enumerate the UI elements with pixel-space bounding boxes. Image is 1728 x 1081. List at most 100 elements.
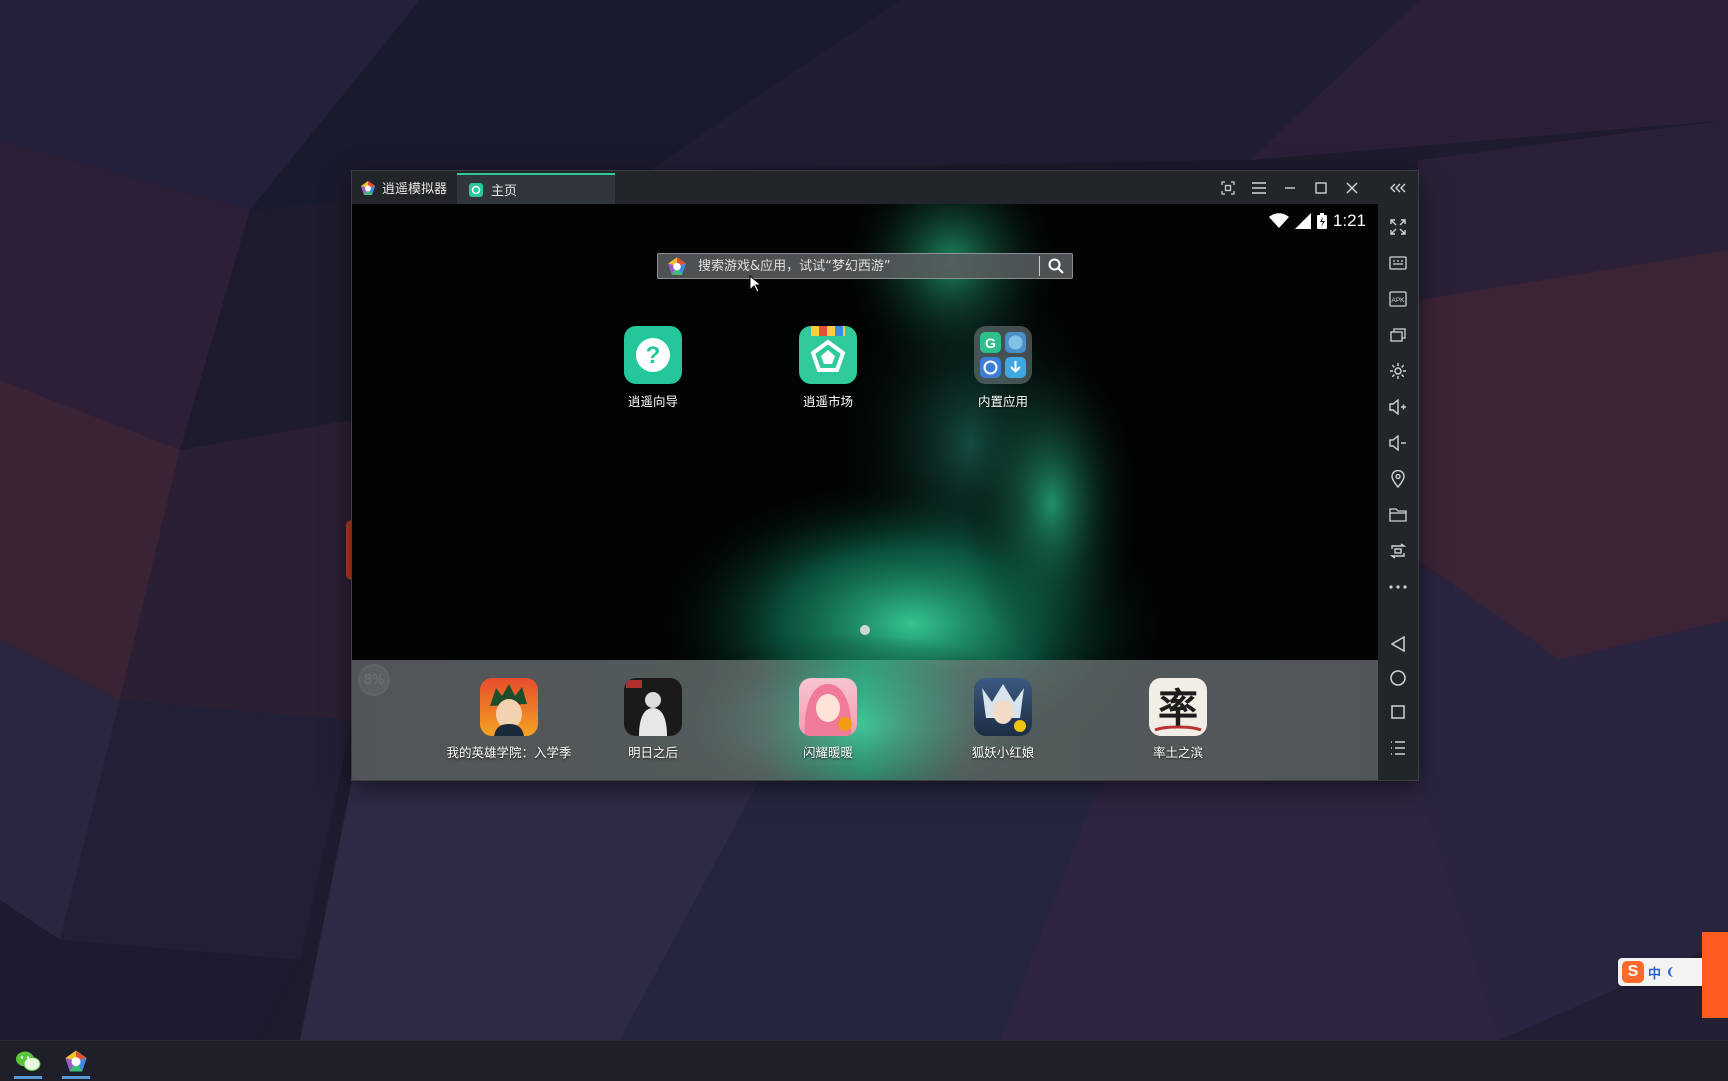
app-label: 逍遥向导 bbox=[627, 394, 678, 409]
app-name: 逍遥模拟器 bbox=[382, 182, 448, 197]
maximize-button[interactable] bbox=[1310, 177, 1331, 198]
moon-icon bbox=[1668, 967, 1674, 977]
keyboard-button[interactable] bbox=[1387, 252, 1409, 274]
maximize-icon bbox=[1314, 181, 1327, 194]
page-indicator bbox=[860, 625, 870, 635]
search-logo-icon bbox=[666, 255, 688, 277]
fullscreen-button[interactable] bbox=[1387, 216, 1409, 238]
battery-icon bbox=[1316, 213, 1327, 229]
mouse-cursor-icon bbox=[749, 275, 761, 293]
minimize-button[interactable] bbox=[1279, 177, 1300, 198]
app-title: 逍遥模拟器 bbox=[360, 171, 447, 204]
close-button[interactable] bbox=[1341, 177, 1362, 198]
wifi-icon bbox=[1268, 213, 1289, 228]
menu-icon bbox=[1391, 741, 1405, 755]
status-time: 1:21 bbox=[1332, 211, 1366, 230]
game-icon bbox=[480, 678, 538, 736]
folder-icon bbox=[1389, 508, 1407, 522]
search-button[interactable] bbox=[1040, 254, 1072, 278]
recents-icon bbox=[1391, 705, 1405, 719]
home-tab-icon bbox=[469, 182, 483, 197]
tab-label: 主页 bbox=[491, 184, 518, 199]
app-market[interactable]: 逍遥市场 bbox=[783, 326, 873, 410]
menu-button[interactable] bbox=[1248, 177, 1269, 198]
dock-app-hero-academia[interactable]: 我的英雄学院：入学季 bbox=[439, 678, 579, 761]
emulator-icon bbox=[65, 1050, 87, 1072]
search-input[interactable] bbox=[688, 254, 1039, 278]
dock-app-lifeafter[interactable]: 明日之后 bbox=[608, 678, 698, 761]
tab-home[interactable]: 主页 bbox=[457, 173, 615, 204]
tool-sidebar: APK bbox=[1378, 204, 1418, 780]
more-icon bbox=[1389, 585, 1407, 589]
fullscreen-icon bbox=[1390, 219, 1406, 235]
android-recents-button[interactable] bbox=[1387, 701, 1409, 723]
app-label: 明日之后 bbox=[627, 745, 678, 760]
screenshot-icon bbox=[1220, 180, 1235, 195]
app-builtin[interactable]: G 内置应用 bbox=[958, 326, 1048, 410]
location-icon bbox=[1391, 470, 1405, 488]
volume-up-button[interactable] bbox=[1387, 396, 1409, 418]
signal-icon bbox=[1294, 213, 1311, 229]
minimize-icon bbox=[1284, 186, 1295, 189]
market-icon bbox=[799, 326, 857, 384]
app-label: 闪耀暖暖 bbox=[802, 745, 853, 760]
app-label: 逍遥市场 bbox=[802, 394, 853, 409]
volume-down-button[interactable] bbox=[1387, 432, 1409, 454]
svg-text:率: 率 bbox=[1158, 685, 1198, 732]
folder-icon: G bbox=[974, 326, 1032, 384]
emulator-window: 逍遥模拟器 主页 1:21 搜索游戏&应用，试试“梦幻西游” ? 逍遥向导 逍遥… bbox=[352, 171, 1418, 780]
location-button[interactable] bbox=[1387, 468, 1409, 490]
dock-app-infinite-borders[interactable]: 率 率土之滨 bbox=[1133, 678, 1223, 761]
taskbar-emulator[interactable] bbox=[58, 1045, 94, 1079]
svg-text:G: G bbox=[985, 335, 996, 351]
sogou-logo-icon: S bbox=[1622, 961, 1644, 983]
collapse-sidebar-button[interactable] bbox=[1388, 177, 1410, 198]
window-controls bbox=[1217, 171, 1362, 204]
status-bar: 1:21 bbox=[1268, 210, 1366, 232]
help-icon: ? bbox=[624, 326, 682, 384]
app-label: 率土之滨 bbox=[1152, 745, 1203, 760]
app-label: 我的英雄学院：入学季 bbox=[446, 745, 572, 760]
volume-up-icon bbox=[1389, 399, 1406, 415]
ime-mode: 中 bbox=[1648, 966, 1662, 982]
keyboard-icon bbox=[1389, 256, 1407, 270]
game-icon bbox=[799, 678, 857, 736]
taskbar bbox=[0, 1040, 1728, 1081]
chevrons-left-icon bbox=[1390, 183, 1406, 192]
apk-button[interactable]: APK bbox=[1387, 288, 1409, 310]
app-guide[interactable]: ? 逍遥向导 bbox=[608, 326, 698, 410]
android-screen: 1:21 ? 逍遥向导 逍遥市场 bbox=[352, 204, 1378, 780]
ime-toolbar[interactable]: S 中 bbox=[1618, 958, 1702, 986]
search-bar[interactable] bbox=[657, 253, 1073, 279]
dock: 我的英雄学院：入学季 明日之后 闪耀暖暖 狐妖小红娘 率 率土之滨 bbox=[352, 660, 1378, 780]
multi-instance-button[interactable] bbox=[1387, 324, 1409, 346]
game-icon bbox=[624, 678, 682, 736]
app-label: 内置应用 bbox=[977, 394, 1028, 409]
more-button[interactable] bbox=[1387, 576, 1409, 598]
app-label: 狐妖小红娘 bbox=[971, 745, 1035, 760]
home-icon bbox=[1390, 670, 1406, 686]
game-icon bbox=[974, 678, 1032, 736]
close-icon bbox=[1345, 181, 1358, 194]
title-bar: 逍遥模拟器 主页 bbox=[352, 171, 1418, 204]
settings-button[interactable] bbox=[1387, 360, 1409, 382]
android-back-button[interactable] bbox=[1387, 633, 1409, 655]
rotate-button[interactable] bbox=[1387, 540, 1409, 562]
android-menu-button[interactable] bbox=[1387, 737, 1409, 759]
side-widget[interactable] bbox=[1702, 932, 1728, 1018]
taskbar-wechat[interactable] bbox=[10, 1045, 46, 1079]
volume-down-icon bbox=[1389, 435, 1406, 451]
wechat-icon bbox=[16, 1051, 41, 1071]
rotate-icon bbox=[1389, 543, 1407, 559]
hamburger-icon bbox=[1251, 181, 1266, 194]
dock-app-nikki[interactable]: 闪耀暖暖 bbox=[783, 678, 873, 761]
emulator-logo-icon bbox=[360, 180, 376, 196]
multi-instance-icon bbox=[1390, 328, 1406, 342]
screenshot-button[interactable] bbox=[1217, 177, 1238, 198]
dock-app-fox-spirit[interactable]: 狐妖小红娘 bbox=[958, 678, 1048, 761]
svg-text:APK: APK bbox=[1391, 297, 1405, 304]
android-home-button[interactable] bbox=[1387, 667, 1409, 689]
game-icon: 率 bbox=[1149, 678, 1207, 736]
shared-folder-button[interactable] bbox=[1387, 504, 1409, 526]
settings-icon bbox=[1390, 363, 1406, 379]
